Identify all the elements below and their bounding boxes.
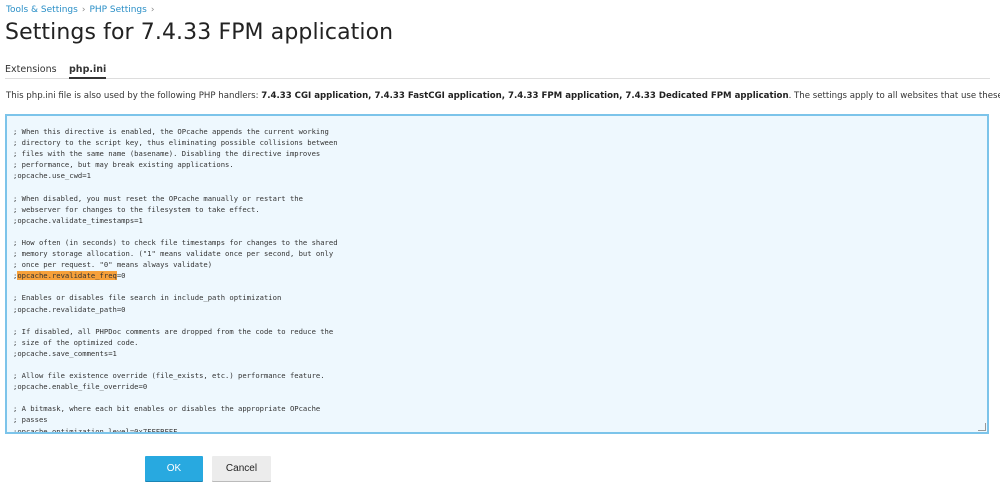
tab-php-ini[interactable]: php.ini	[69, 64, 107, 79]
chevron-right-icon: ›	[150, 5, 155, 15]
tab-extensions[interactable]: Extensions	[5, 64, 57, 75]
tab-bar: Extensions php.ini	[5, 62, 990, 79]
cancel-button[interactable]: Cancel	[212, 456, 271, 481]
info-prefix: This php.ini file is also used by the fo…	[6, 91, 262, 101]
handlers-info: This php.ini file is also used by the fo…	[6, 91, 1000, 101]
php-ini-editor[interactable]: ; When this directive is enabled, the OP…	[5, 114, 989, 434]
editor-text: =0 ; Enables or disables file search in …	[13, 271, 334, 434]
page-title: Settings for 7.4.33 FPM application	[5, 20, 394, 45]
ok-button[interactable]: OK	[145, 456, 203, 481]
info-suffix: . The settings apply to all websites tha…	[788, 91, 1000, 101]
chevron-right-icon: ›	[81, 5, 86, 15]
editor-highlight: opcache.revalidate_freq	[17, 271, 117, 281]
breadcrumb-tools-settings[interactable]: Tools & Settings	[6, 5, 78, 15]
resize-handle-icon[interactable]	[978, 423, 986, 431]
editor-text: ; When this directive is enabled, the OP…	[13, 127, 338, 281]
breadcrumb: Tools & Settings › PHP Settings ›	[6, 5, 158, 15]
breadcrumb-php-settings[interactable]: PHP Settings	[89, 5, 146, 15]
info-handlers: 7.4.33 CGI application, 7.4.33 FastCGI a…	[261, 91, 789, 101]
